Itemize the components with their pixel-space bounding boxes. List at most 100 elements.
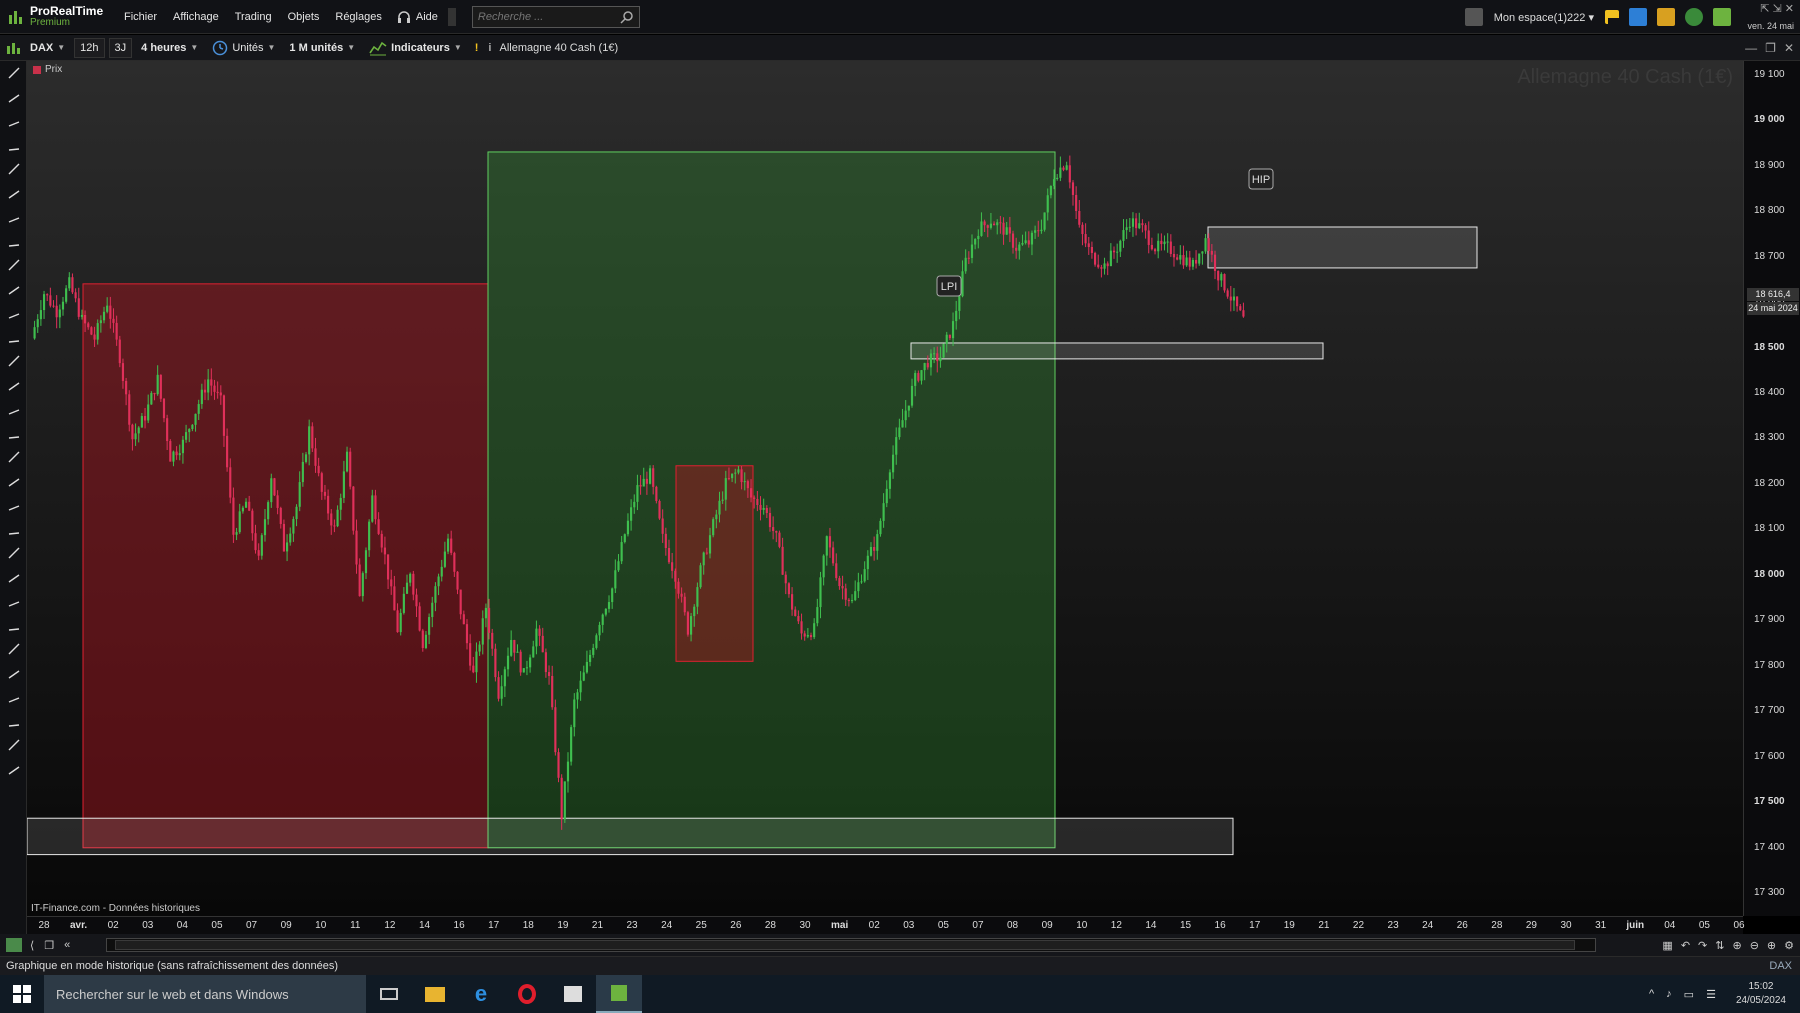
edge-browser-icon[interactable]: e xyxy=(458,975,504,1013)
candle-body xyxy=(1214,255,1216,271)
search-box[interactable] xyxy=(472,6,640,28)
close-icon[interactable]: ✕ xyxy=(1784,41,1794,55)
menu-trading[interactable]: Trading xyxy=(227,11,280,23)
candle-body xyxy=(513,640,515,653)
zigzag-icon[interactable] xyxy=(0,445,27,469)
windows-logo-icon xyxy=(13,985,31,1003)
globe-icon[interactable] xyxy=(1685,8,1703,26)
horizontal-line-icon[interactable] xyxy=(0,181,27,205)
period-12h-button[interactable]: 12h xyxy=(74,38,104,58)
arrow-down-icon[interactable] xyxy=(0,733,27,757)
flag-icon[interactable] xyxy=(1605,10,1619,24)
wave-icon[interactable] xyxy=(0,397,27,421)
window-buttons[interactable]: ⇱ ⇲ ✕ xyxy=(1760,3,1794,15)
polyline-icon[interactable] xyxy=(0,493,27,517)
fibonacci-icon[interactable] xyxy=(0,373,27,397)
price-axis[interactable]: 19 10019 00018 90018 80018 70018 60018 5… xyxy=(1743,61,1800,916)
calendar-icon[interactable]: ▦ xyxy=(1662,939,1672,952)
volume-icon[interactable]: ♪ xyxy=(1666,988,1672,1000)
menu-objets[interactable]: Objets xyxy=(280,11,328,23)
diamond-icon[interactable] xyxy=(0,565,27,589)
zoom-in-icon[interactable]: ⊕ xyxy=(1767,939,1776,952)
pattern-icon[interactable] xyxy=(0,421,27,445)
ray-tool-icon[interactable] xyxy=(0,109,27,133)
settings-icon[interactable]: ⚙ xyxy=(1784,939,1794,952)
warning-icon[interactable]: ! xyxy=(475,42,479,54)
scrollbar-thumb[interactable] xyxy=(115,940,1575,950)
time-scrollbar[interactable] xyxy=(106,938,1596,952)
minimize-icon[interactable]: — xyxy=(1745,41,1757,55)
ellipse-icon[interactable] xyxy=(0,589,27,613)
notification-icon[interactable]: ☰ xyxy=(1706,988,1716,1001)
task-view-icon[interactable] xyxy=(366,975,412,1013)
chevron-down-icon[interactable] xyxy=(0,757,27,781)
info-icon[interactable]: i xyxy=(488,42,491,54)
candle-body xyxy=(135,433,137,439)
legend-prix[interactable]: Prix xyxy=(33,64,62,75)
menu-affichage[interactable]: Affichage xyxy=(165,11,227,23)
network-icon[interactable]: ▭ xyxy=(1684,988,1694,1001)
store-icon[interactable] xyxy=(550,975,596,1013)
zoom-reset-icon[interactable]: ⊕ xyxy=(1732,939,1741,952)
horizontal-ray-icon[interactable] xyxy=(0,205,27,229)
redo-icon[interactable]: ↷ xyxy=(1698,939,1707,952)
extended-line-icon[interactable] xyxy=(0,157,27,181)
autoscale-icon[interactable]: ⇅ xyxy=(1715,939,1724,952)
price-chart[interactable]: LPIHIP Prix Allemagne 40 Cash (1€) IT-Fi… xyxy=(27,61,1743,916)
candle-body xyxy=(870,547,872,556)
restore-icon[interactable]: ❐ xyxy=(1765,41,1776,55)
start-button[interactable] xyxy=(0,975,44,1013)
help-button[interactable]: Aide xyxy=(396,9,438,25)
tray-chevron-icon[interactable]: ^ xyxy=(1649,988,1654,1000)
copy-icon[interactable]: ❐ xyxy=(44,939,54,952)
horizontal-segment-icon[interactable] xyxy=(0,229,27,253)
candle-body xyxy=(1006,227,1008,234)
units-selector[interactable]: Unités▼ xyxy=(207,38,280,58)
pitchfork-icon[interactable] xyxy=(0,349,27,373)
undo-icon[interactable]: ↶ xyxy=(1681,939,1690,952)
taskbar-clock[interactable]: 15:02 24/05/2024 xyxy=(1736,980,1786,1008)
arrow-up-icon[interactable] xyxy=(0,709,27,733)
menu-fichier[interactable]: Fichier xyxy=(116,11,165,23)
indicators-button[interactable]: Indicateurs▼ xyxy=(364,38,467,58)
units-count-selector[interactable]: 1 M unités▼ xyxy=(284,38,360,58)
time-axis[interactable]: 28avr.0203040507091011121416171819212324… xyxy=(27,916,1743,934)
period-3j-button[interactable]: 3J xyxy=(109,38,133,58)
save-layout-icon[interactable] xyxy=(1465,8,1483,26)
chart-type-icon[interactable] xyxy=(5,40,21,56)
x-tick-label: 12 xyxy=(384,920,395,931)
timeframe-selector[interactable]: 4 heures▼ xyxy=(136,38,203,58)
instrument-selector[interactable]: DAX▼ xyxy=(25,38,70,58)
channel-icon[interactable] xyxy=(0,325,27,349)
vertical-line-icon[interactable] xyxy=(0,253,27,277)
pen-icon[interactable] xyxy=(0,469,27,493)
line-tool-icon[interactable] xyxy=(0,61,27,85)
share-icon[interactable]: ⟨ xyxy=(30,939,34,952)
file-explorer-icon[interactable] xyxy=(412,975,458,1013)
draw-mode-icon[interactable] xyxy=(6,938,22,952)
gann-icon[interactable] xyxy=(0,637,27,661)
workspace-selector[interactable]: Mon espace(1)222 ▾ xyxy=(1494,11,1594,24)
measure-icon[interactable] xyxy=(0,277,27,301)
search-input[interactable] xyxy=(478,11,608,23)
zoom-out-icon[interactable]: ⊖ xyxy=(1750,939,1759,952)
ruler-icon[interactable] xyxy=(0,301,27,325)
prorealtime-task-icon[interactable] xyxy=(596,975,642,1013)
cross-icon[interactable] xyxy=(0,541,27,565)
opera-browser-icon[interactable] xyxy=(504,975,550,1013)
status-ticker[interactable]: DAX xyxy=(1769,957,1792,976)
trendline-icon[interactable] xyxy=(0,133,27,157)
arrow-tool-icon[interactable] xyxy=(0,85,27,109)
taskbar-search[interactable]: Rechercher sur le web et dans Windows xyxy=(44,975,366,1013)
alerts-icon[interactable] xyxy=(1657,8,1675,26)
triangle-icon[interactable] xyxy=(0,661,27,685)
chart-canvas[interactable]: LPIHIP xyxy=(27,61,1743,916)
menu-reglages[interactable]: Réglages xyxy=(327,11,389,23)
rewind-icon[interactable]: « xyxy=(64,939,70,951)
circle-icon[interactable] xyxy=(0,613,27,637)
portfolio-icon[interactable] xyxy=(1713,8,1731,26)
search-icon[interactable] xyxy=(620,10,634,24)
parallel-lines-icon[interactable] xyxy=(0,517,27,541)
speaker-icon[interactable] xyxy=(1629,8,1647,26)
arc-icon[interactable] xyxy=(0,685,27,709)
